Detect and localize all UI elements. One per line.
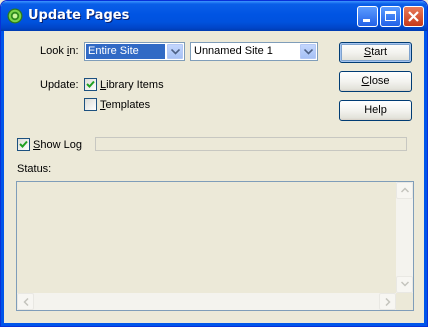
site-select-value: Unnamed Site 1	[194, 45, 273, 57]
update-pages-dialog: Update Pages Look in: Entire Site Unname…	[0, 0, 428, 327]
templates-checkbox[interactable]	[84, 98, 97, 111]
scope-select-value: Entire Site	[86, 44, 165, 59]
library-items-checkbox[interactable]	[84, 78, 97, 91]
scroll-up-button[interactable]	[396, 182, 413, 199]
window-title: Update Pages	[28, 8, 130, 23]
scroll-up-icon	[401, 187, 409, 193]
scroll-down-button[interactable]	[396, 276, 413, 293]
checkmark-icon	[86, 80, 95, 88]
window-border-bottom	[1, 323, 427, 326]
horizontal-scrollbar[interactable]	[17, 293, 396, 310]
window-border-left	[1, 31, 4, 326]
title-bar[interactable]: Update Pages	[1, 1, 427, 31]
progress-bar	[95, 137, 407, 151]
site-select[interactable]: Unnamed Site 1	[190, 42, 318, 61]
status-log-area[interactable]	[16, 181, 414, 311]
scope-select[interactable]: Entire Site	[84, 42, 185, 61]
library-items-label[interactable]: Library Items	[100, 79, 164, 91]
look-in-label: Look in:	[40, 45, 79, 57]
scroll-down-icon	[401, 281, 409, 287]
close-button[interactable]	[403, 6, 424, 27]
chevron-down-icon	[304, 49, 313, 55]
minimize-icon	[363, 19, 370, 22]
scroll-right-button[interactable]	[379, 293, 396, 310]
maximize-icon	[385, 11, 396, 21]
show-log-label[interactable]: Show Log	[33, 139, 82, 151]
scrollbar-corner	[396, 293, 413, 310]
scroll-right-icon	[385, 298, 391, 306]
scroll-left-icon	[23, 298, 29, 306]
status-label: Status:	[17, 163, 52, 175]
window-border-right	[424, 31, 427, 326]
update-label: Update:	[40, 79, 79, 91]
scroll-left-button[interactable]	[17, 293, 34, 310]
scope-dropdown-button[interactable]	[167, 44, 183, 59]
help-button[interactable]: Help	[339, 100, 412, 121]
start-button[interactable]: Start	[339, 42, 412, 63]
show-log-checkbox[interactable]	[17, 138, 30, 151]
templates-label[interactable]: Templates	[100, 99, 150, 111]
site-dropdown-button[interactable]	[300, 44, 316, 59]
dreamweaver-icon	[7, 8, 23, 24]
maximize-button[interactable]	[380, 6, 401, 27]
close-icon	[408, 11, 419, 22]
chevron-down-icon	[171, 49, 180, 55]
close-dialog-button[interactable]: Close	[339, 71, 412, 92]
vertical-scrollbar[interactable]	[396, 182, 413, 293]
minimize-button[interactable]	[357, 6, 378, 27]
checkmark-icon	[19, 140, 28, 148]
